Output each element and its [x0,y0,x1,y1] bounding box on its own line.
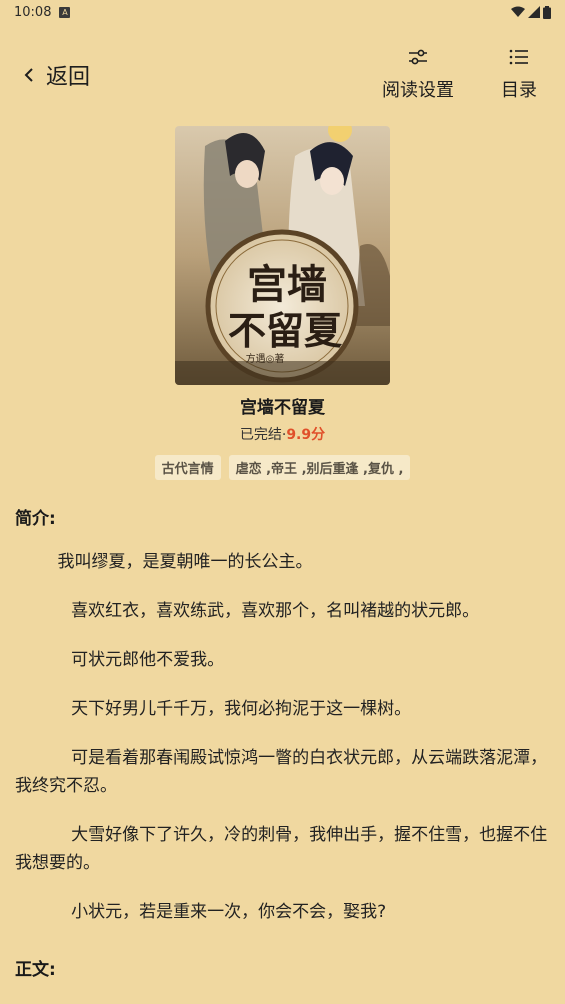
wifi-icon [511,6,525,17]
tag-keywords[interactable]: 虐恋 ,帝王 ,别后重逢 ,复仇 , [228,455,411,480]
body-heading: 正文: [15,960,56,980]
status-time: 10:08 [14,4,52,20]
status-bar: 10:08 A [0,0,565,24]
table-of-contents-button[interactable]: 目录 [500,46,538,102]
intro-paragraph: 小状元，若是重来一次，你会不会，娶我? [71,902,387,922]
back-label: 返回 [46,65,91,90]
tag-list: 古代言情 虐恋 ,帝王 ,别后重逢 ,复仇 , [0,455,565,480]
intro-paragraph: 大雪好像下了许久，冷的刺骨，我伸出手，握不住雪，也握不住我想要的。 [15,825,548,873]
cover-illustration: 宫墙 不留夏 方遇◎著 [175,126,390,385]
intro-paragraph: 可是看着那春闱殿试惊鸿一瞥的白衣状元郎，从云端跌落泥潭，我终究不忍。 [15,748,548,796]
book-title: 宫墙不留夏 [240,398,325,418]
chevron-left-icon [24,68,33,82]
intro-heading: 简介: [15,509,56,529]
book-meta: 已完结·9.9分 [0,424,565,444]
cover-title-line1: 宫墙 [247,261,327,308]
book-score: 9.9分 [286,427,326,443]
top-bar: 返回 阅读设置 目录 [0,40,565,110]
list-icon [509,49,528,65]
notification-icon: A [59,6,71,18]
sliders-icon [409,49,427,65]
intro-text: 我叫缪夏，是夏朝唯一的长公主。 喜欢红衣，喜欢练武，喜欢那个，名叫褚越的状元郎。… [15,548,555,926]
cover-author: 方遇◎著 [246,352,285,365]
intro-paragraph: 天下好男儿千千万，我何必拘泥于这一棵树。 [71,699,412,719]
reading-settings-button[interactable]: 阅读设置 [380,46,456,102]
back-button[interactable]: 返回 [20,58,90,92]
intro-paragraph: 可状元郎他不爱我。 [71,650,225,670]
battery-icon [543,5,551,19]
intro-paragraph: 我叫缪夏，是夏朝唯一的长公主。 [57,552,313,572]
table-of-contents-label: 目录 [501,80,537,101]
book-cover[interactable]: 宫墙 不留夏 方遇◎著 [175,126,390,385]
reading-settings-label: 阅读设置 [382,80,454,101]
cover-title-line2: 不留夏 [228,308,343,353]
tag-category[interactable]: 古代言情 [154,455,221,480]
book-status: 已完结· [239,427,287,443]
signal-icon [528,6,540,18]
intro-paragraph: 喜欢红衣，喜欢练武，喜欢那个，名叫褚越的状元郎。 [71,601,480,621]
status-icons [511,5,551,19]
